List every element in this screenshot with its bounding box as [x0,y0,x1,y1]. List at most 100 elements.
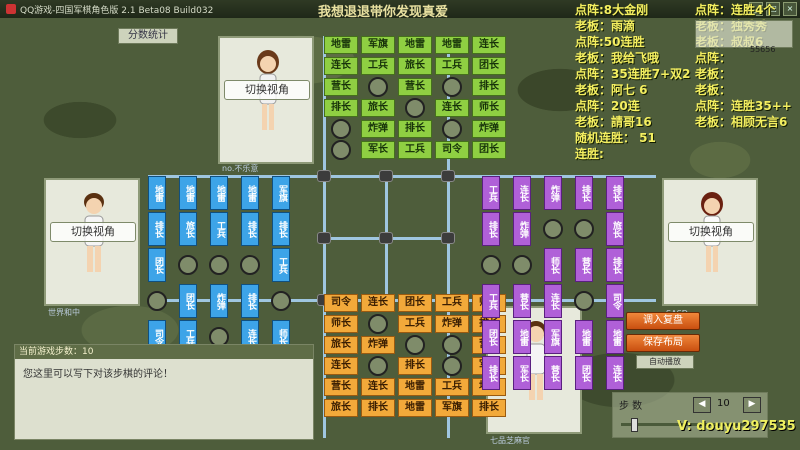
piece[interactable]: 连长 [324,357,358,375]
piece[interactable]: 师长 [324,315,358,333]
piece[interactable]: 团长 [472,141,506,159]
piece[interactable]: 旅长 [398,57,432,75]
piece[interactable]: 团长 [472,57,506,75]
auto-play-button[interactable]: 自动播放 [636,355,694,369]
piece[interactable]: 营长 [544,356,562,390]
piece[interactable]: 排长 [606,248,624,282]
prev-step-button[interactable]: ◀ [693,397,711,413]
piece[interactable]: 工兵 [435,378,469,396]
piece[interactable]: 军旗 [361,36,395,54]
piece[interactable]: 工兵 [482,284,500,318]
piece[interactable]: 地雷 [398,36,432,54]
piece[interactable]: 地雷 [179,176,197,210]
piece[interactable]: 排长 [241,212,259,246]
piece[interactable]: 连长 [361,294,395,312]
piece[interactable]: 工兵 [398,141,432,159]
piece[interactable]: 地雷 [398,399,432,417]
piece[interactable]: 军长 [513,356,531,390]
load-replay-button[interactable]: 调入复盘 [626,312,700,330]
piece[interactable]: 师长 [472,99,506,117]
comment-input[interactable]: 您这里可以写下对该步棋的评论！ [15,359,313,386]
piece[interactable]: 排长 [472,78,506,96]
piece[interactable]: 工兵 [361,57,395,75]
overlay-line: 随机连胜： 51 [575,131,656,145]
piece[interactable]: 连长 [544,284,562,318]
camp [442,119,462,139]
piece[interactable]: 炸弹 [361,336,395,354]
next-step-button[interactable]: ▶ [743,397,761,413]
piece[interactable]: 旅长 [324,336,358,354]
switch-view-button-right[interactable]: 切换视角 [668,222,754,242]
slider-knob[interactable] [631,418,638,432]
piece[interactable]: 军旗 [544,320,562,354]
piece[interactable]: 军旗 [435,399,469,417]
piece[interactable]: 旅长 [324,399,358,417]
piece[interactable]: 司令 [324,294,358,312]
piece[interactable]: 连长 [361,378,395,396]
piece[interactable]: 工兵 [482,176,500,210]
piece[interactable]: 工兵 [435,294,469,312]
piece[interactable]: 营长 [513,284,531,318]
piece[interactable]: 军旗 [272,176,290,210]
piece[interactable]: 炸弹 [361,120,395,138]
camp [481,255,501,275]
piece[interactable]: 连长 [472,36,506,54]
camp [512,255,532,275]
piece[interactable]: 司令 [606,284,624,318]
piece[interactable]: 营长 [324,378,358,396]
piece[interactable]: 旅长 [179,212,197,246]
piece[interactable]: 地雷 [148,176,166,210]
piece[interactable]: 团长 [148,248,166,282]
piece[interactable]: 师长 [544,248,562,282]
piece[interactable]: 地雷 [241,176,259,210]
piece[interactable]: 旅长 [606,212,624,246]
piece[interactable]: 排长 [398,357,432,375]
piece[interactable]: 地雷 [606,320,624,354]
piece[interactable]: 营长 [324,78,358,96]
piece[interactable]: 排长 [398,120,432,138]
piece[interactable]: 地雷 [398,378,432,396]
piece[interactable]: 营长 [398,78,432,96]
piece[interactable]: 团长 [575,356,593,390]
piece[interactable]: 团长 [398,294,432,312]
piece[interactable]: 排长 [575,176,593,210]
piece[interactable]: 连长 [606,356,624,390]
piece[interactable]: 排长 [241,284,259,318]
piece[interactable]: 军长 [361,141,395,159]
switch-view-button-left[interactable]: 切换视角 [50,222,136,242]
piece[interactable]: 工兵 [210,212,228,246]
piece[interactable]: 炸弹 [210,284,228,318]
piece[interactable]: 地雷 [324,36,358,54]
piece[interactable]: 工兵 [435,57,469,75]
piece[interactable]: 地雷 [210,176,228,210]
piece[interactable]: 排长 [482,356,500,390]
station-post [317,232,331,244]
piece[interactable]: 排长 [148,212,166,246]
piece[interactable]: 团长 [179,284,197,318]
piece[interactable]: 工兵 [398,315,432,333]
piece[interactable]: 连长 [435,99,469,117]
piece[interactable]: 排长 [324,99,358,117]
piece[interactable]: 连长 [513,176,531,210]
piece[interactable]: 营长 [575,248,593,282]
station-post [317,170,331,182]
piece[interactable]: 炸弹 [544,176,562,210]
piece[interactable]: 地雷 [513,320,531,354]
piece[interactable]: 排长 [272,212,290,246]
piece[interactable]: 炸弹 [513,212,531,246]
piece[interactable]: 排长 [606,176,624,210]
piece[interactable]: 连长 [324,57,358,75]
piece[interactable]: 排长 [361,399,395,417]
piece[interactable]: 地雷 [435,36,469,54]
piece[interactable]: 炸弹 [435,315,469,333]
piece[interactable]: 排长 [472,399,506,417]
info-box: 55656 [695,20,793,54]
piece[interactable]: 炸弹 [472,120,506,138]
piece[interactable]: 司令 [435,141,469,159]
save-layout-button[interactable]: 保存布局 [626,334,700,352]
piece[interactable]: 地雷 [575,320,593,354]
piece[interactable]: 旅长 [361,99,395,117]
piece[interactable]: 工兵 [272,248,290,282]
piece[interactable]: 团长 [482,320,500,354]
piece[interactable]: 排长 [482,212,500,246]
